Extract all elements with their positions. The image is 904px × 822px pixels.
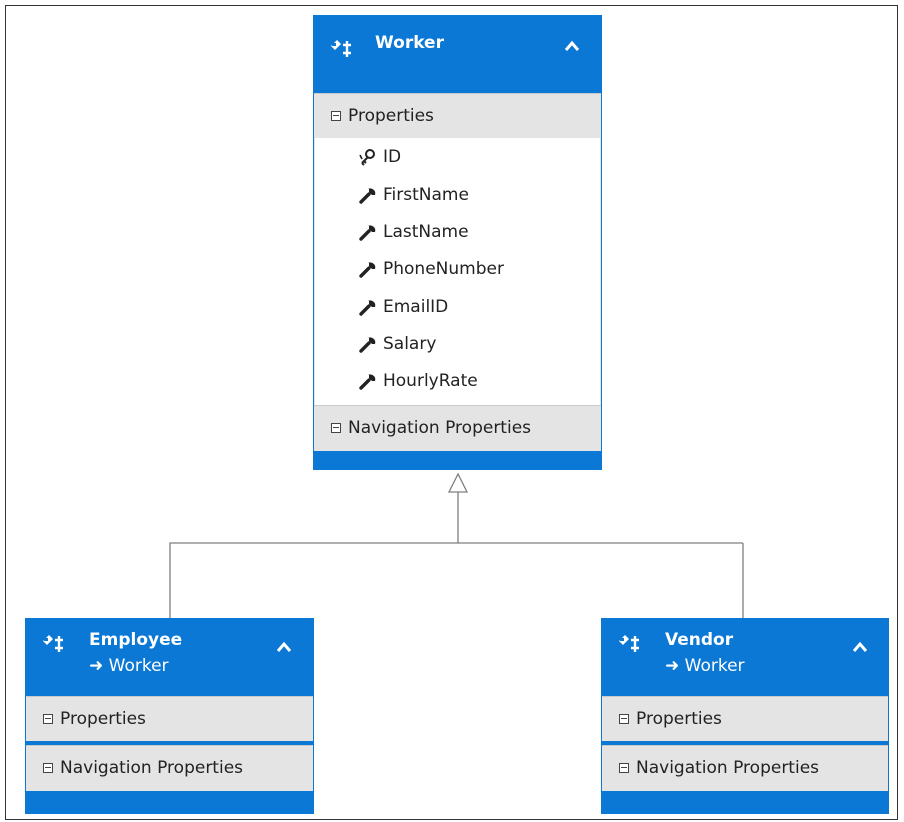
entity-header[interactable]: Worker [313,15,602,93]
navigation-label: Navigation Properties [60,758,244,778]
navigation-section: Navigation Properties [26,745,313,791]
property-row[interactable]: FirstName [359,176,469,214]
arrow-right-icon: ➜ [665,656,680,676]
wrench-icon [359,188,376,204]
entity-type-icon [43,635,63,652]
inheritance-arrowhead [447,472,469,493]
navigation-section: Navigation Properties [314,405,601,451]
entity-worker[interactable]: Worker Properties ID FirstName LastName … [313,15,602,470]
wrench-icon [359,262,376,278]
properties-label: Properties [636,709,722,729]
minus-box-icon[interactable] [43,763,53,773]
minus-box-icon[interactable] [331,111,341,121]
navigation-header[interactable]: Navigation Properties [314,406,601,450]
entity-type-icon [331,40,351,57]
property-row[interactable]: PhoneNumber [359,250,504,288]
minus-box-icon[interactable] [619,763,629,773]
property-row[interactable]: EmailID [359,288,448,326]
property-list: ID FirstName LastName PhoneNumber EmailI… [315,138,600,420]
wrench-icon [359,300,376,316]
navigation-header[interactable]: Navigation Properties [26,746,313,790]
minus-box-icon[interactable] [331,423,341,433]
wrench-icon [359,337,376,353]
wrench-icon [359,225,376,241]
properties-header[interactable]: Properties [26,697,313,741]
navigation-header[interactable]: Navigation Properties [602,746,888,790]
property-row[interactable]: HourlyRate [359,362,478,400]
wrench-icon [359,374,376,390]
entity-header[interactable]: Employee ➜ Worker [25,618,314,696]
property-name: HourlyRate [383,371,478,391]
entity-header[interactable]: Vendor ➜ Worker [601,618,889,696]
properties-header[interactable]: Properties [314,94,601,138]
base-type: ➜ Worker [89,656,169,676]
navigation-label: Navigation Properties [636,758,820,778]
property-id[interactable]: ID [359,138,401,176]
entity-title: Vendor [665,630,734,650]
properties-label: Properties [60,709,146,729]
properties-header[interactable]: Properties [602,697,888,741]
navigation-section: Navigation Properties [602,745,888,791]
base-type-name: Worker [108,656,169,676]
minus-box-icon[interactable] [619,714,629,724]
property-name: PhoneNumber [383,259,504,279]
entity-title: Worker [375,33,444,53]
base-type-name: Worker [684,656,745,676]
minus-box-icon[interactable] [43,714,53,724]
arrow-right-icon: ➜ [89,656,104,676]
property-row[interactable]: LastName [359,213,469,251]
property-name: FirstName [383,185,469,205]
entity-title: Employee [89,630,183,650]
property-name: Salary [383,334,437,354]
property-row[interactable]: Salary [359,325,436,363]
chevron-up-icon[interactable] [563,39,581,53]
property-name: ID [383,147,402,167]
entity-type-icon [619,635,639,652]
entity-employee[interactable]: Employee ➜ Worker Properties Navigation … [25,618,314,814]
properties-section: Properties [26,696,313,741]
entity-vendor[interactable]: Vendor ➜ Worker Properties Navigation Pr… [601,618,889,814]
chevron-up-icon[interactable] [275,640,293,654]
chevron-up-icon[interactable] [851,640,869,654]
properties-label: Properties [348,106,434,126]
navigation-label: Navigation Properties [348,418,532,438]
properties-section: Properties [602,696,888,741]
properties-section: Properties ID FirstName LastName PhoneNu… [314,93,601,420]
property-name: LastName [383,222,469,242]
key-icon [359,149,375,166]
base-type: ➜ Worker [665,656,745,676]
property-name: EmailID [383,297,449,317]
